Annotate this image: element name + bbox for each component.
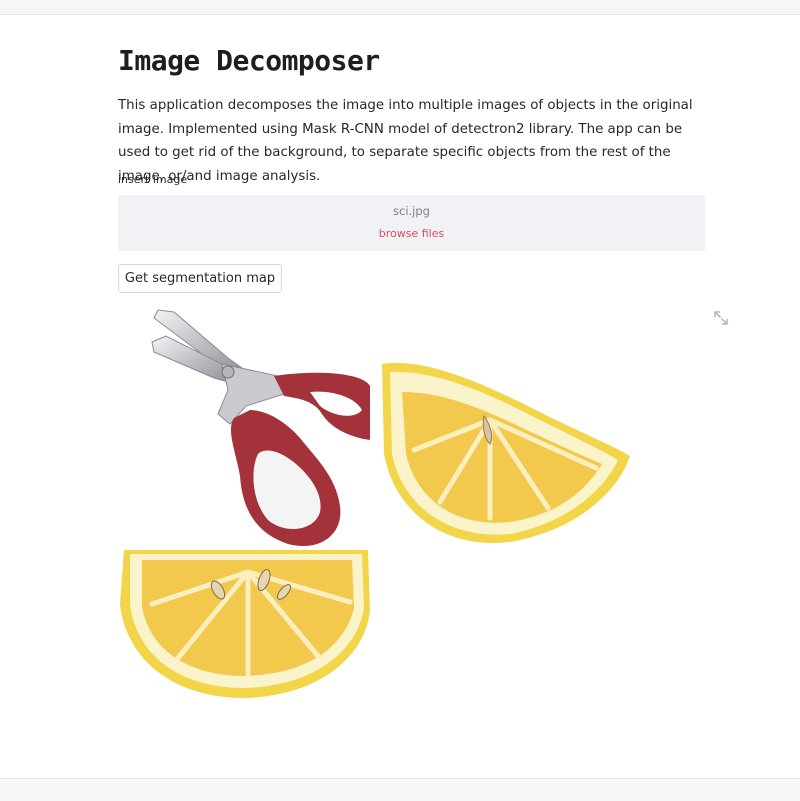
file-dropzone[interactable]: sci.jpg browse files bbox=[118, 195, 705, 251]
file-uploader-label: insert image bbox=[118, 173, 188, 186]
scissors-segment-image bbox=[151, 309, 370, 547]
page-description: This application decomposes the image in… bbox=[118, 98, 693, 184]
main-content: Image Decomposer This application decomp… bbox=[118, 42, 708, 188]
browse-files-link[interactable]: browse files bbox=[118, 227, 705, 240]
page-title: Image Decomposer bbox=[118, 44, 380, 77]
top-header-bar bbox=[0, 0, 800, 15]
lemon-half-segment-image bbox=[120, 550, 370, 698]
bottom-footer-bar bbox=[0, 778, 800, 801]
get-segmentation-map-button[interactable]: Get segmentation map bbox=[118, 264, 282, 293]
uploaded-filename: sci.jpg bbox=[393, 204, 430, 218]
expand-arrows-icon[interactable] bbox=[712, 309, 730, 327]
lemon-wedge-segment-image bbox=[382, 362, 630, 543]
